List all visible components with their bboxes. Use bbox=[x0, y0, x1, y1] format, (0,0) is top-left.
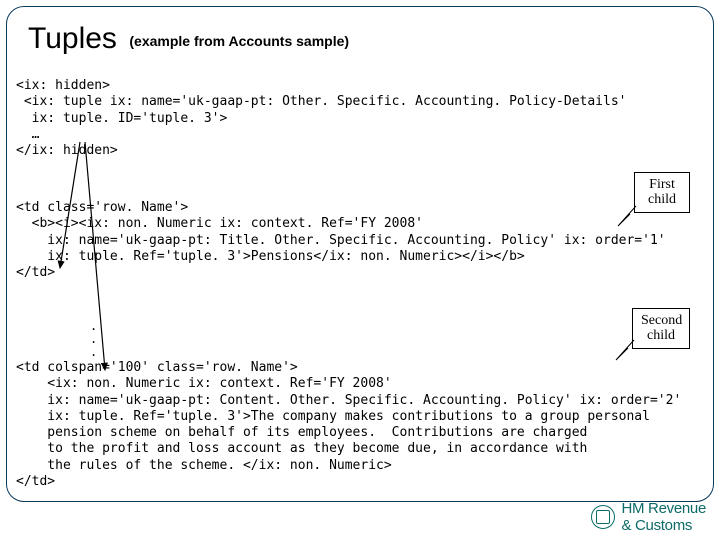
slide-title: Tuples (example from Accounts sample) bbox=[28, 22, 349, 56]
callout-second-child: Second child bbox=[632, 308, 690, 349]
code-block-hidden-tuple: <ix: hidden> <ix: tuple ix: name='uk-gaa… bbox=[16, 78, 626, 159]
crown-crest-icon bbox=[591, 505, 615, 529]
callout-label: First child bbox=[648, 177, 676, 207]
hmrc-logo: HM Revenue & Customs bbox=[591, 500, 706, 534]
logo-hm: HM bbox=[621, 500, 644, 517]
ellipsis-dots: . . . bbox=[90, 320, 97, 360]
code-block-second-child: <td colspan='100' class='row. Name'> <ix… bbox=[16, 360, 681, 490]
callout-first-child: First child bbox=[634, 172, 690, 213]
logo-revenue: Revenue bbox=[648, 500, 706, 517]
title-subtitle: (example from Accounts sample) bbox=[129, 33, 349, 49]
callout-label: Second child bbox=[641, 313, 682, 343]
code-block-first-child: <td class='row. Name'> <b><i><ix: non. N… bbox=[16, 200, 666, 281]
title-main: Tuples bbox=[28, 22, 117, 55]
logo-customs: & Customs bbox=[621, 517, 692, 534]
hmrc-wordmark: HM Revenue & Customs bbox=[621, 500, 706, 534]
